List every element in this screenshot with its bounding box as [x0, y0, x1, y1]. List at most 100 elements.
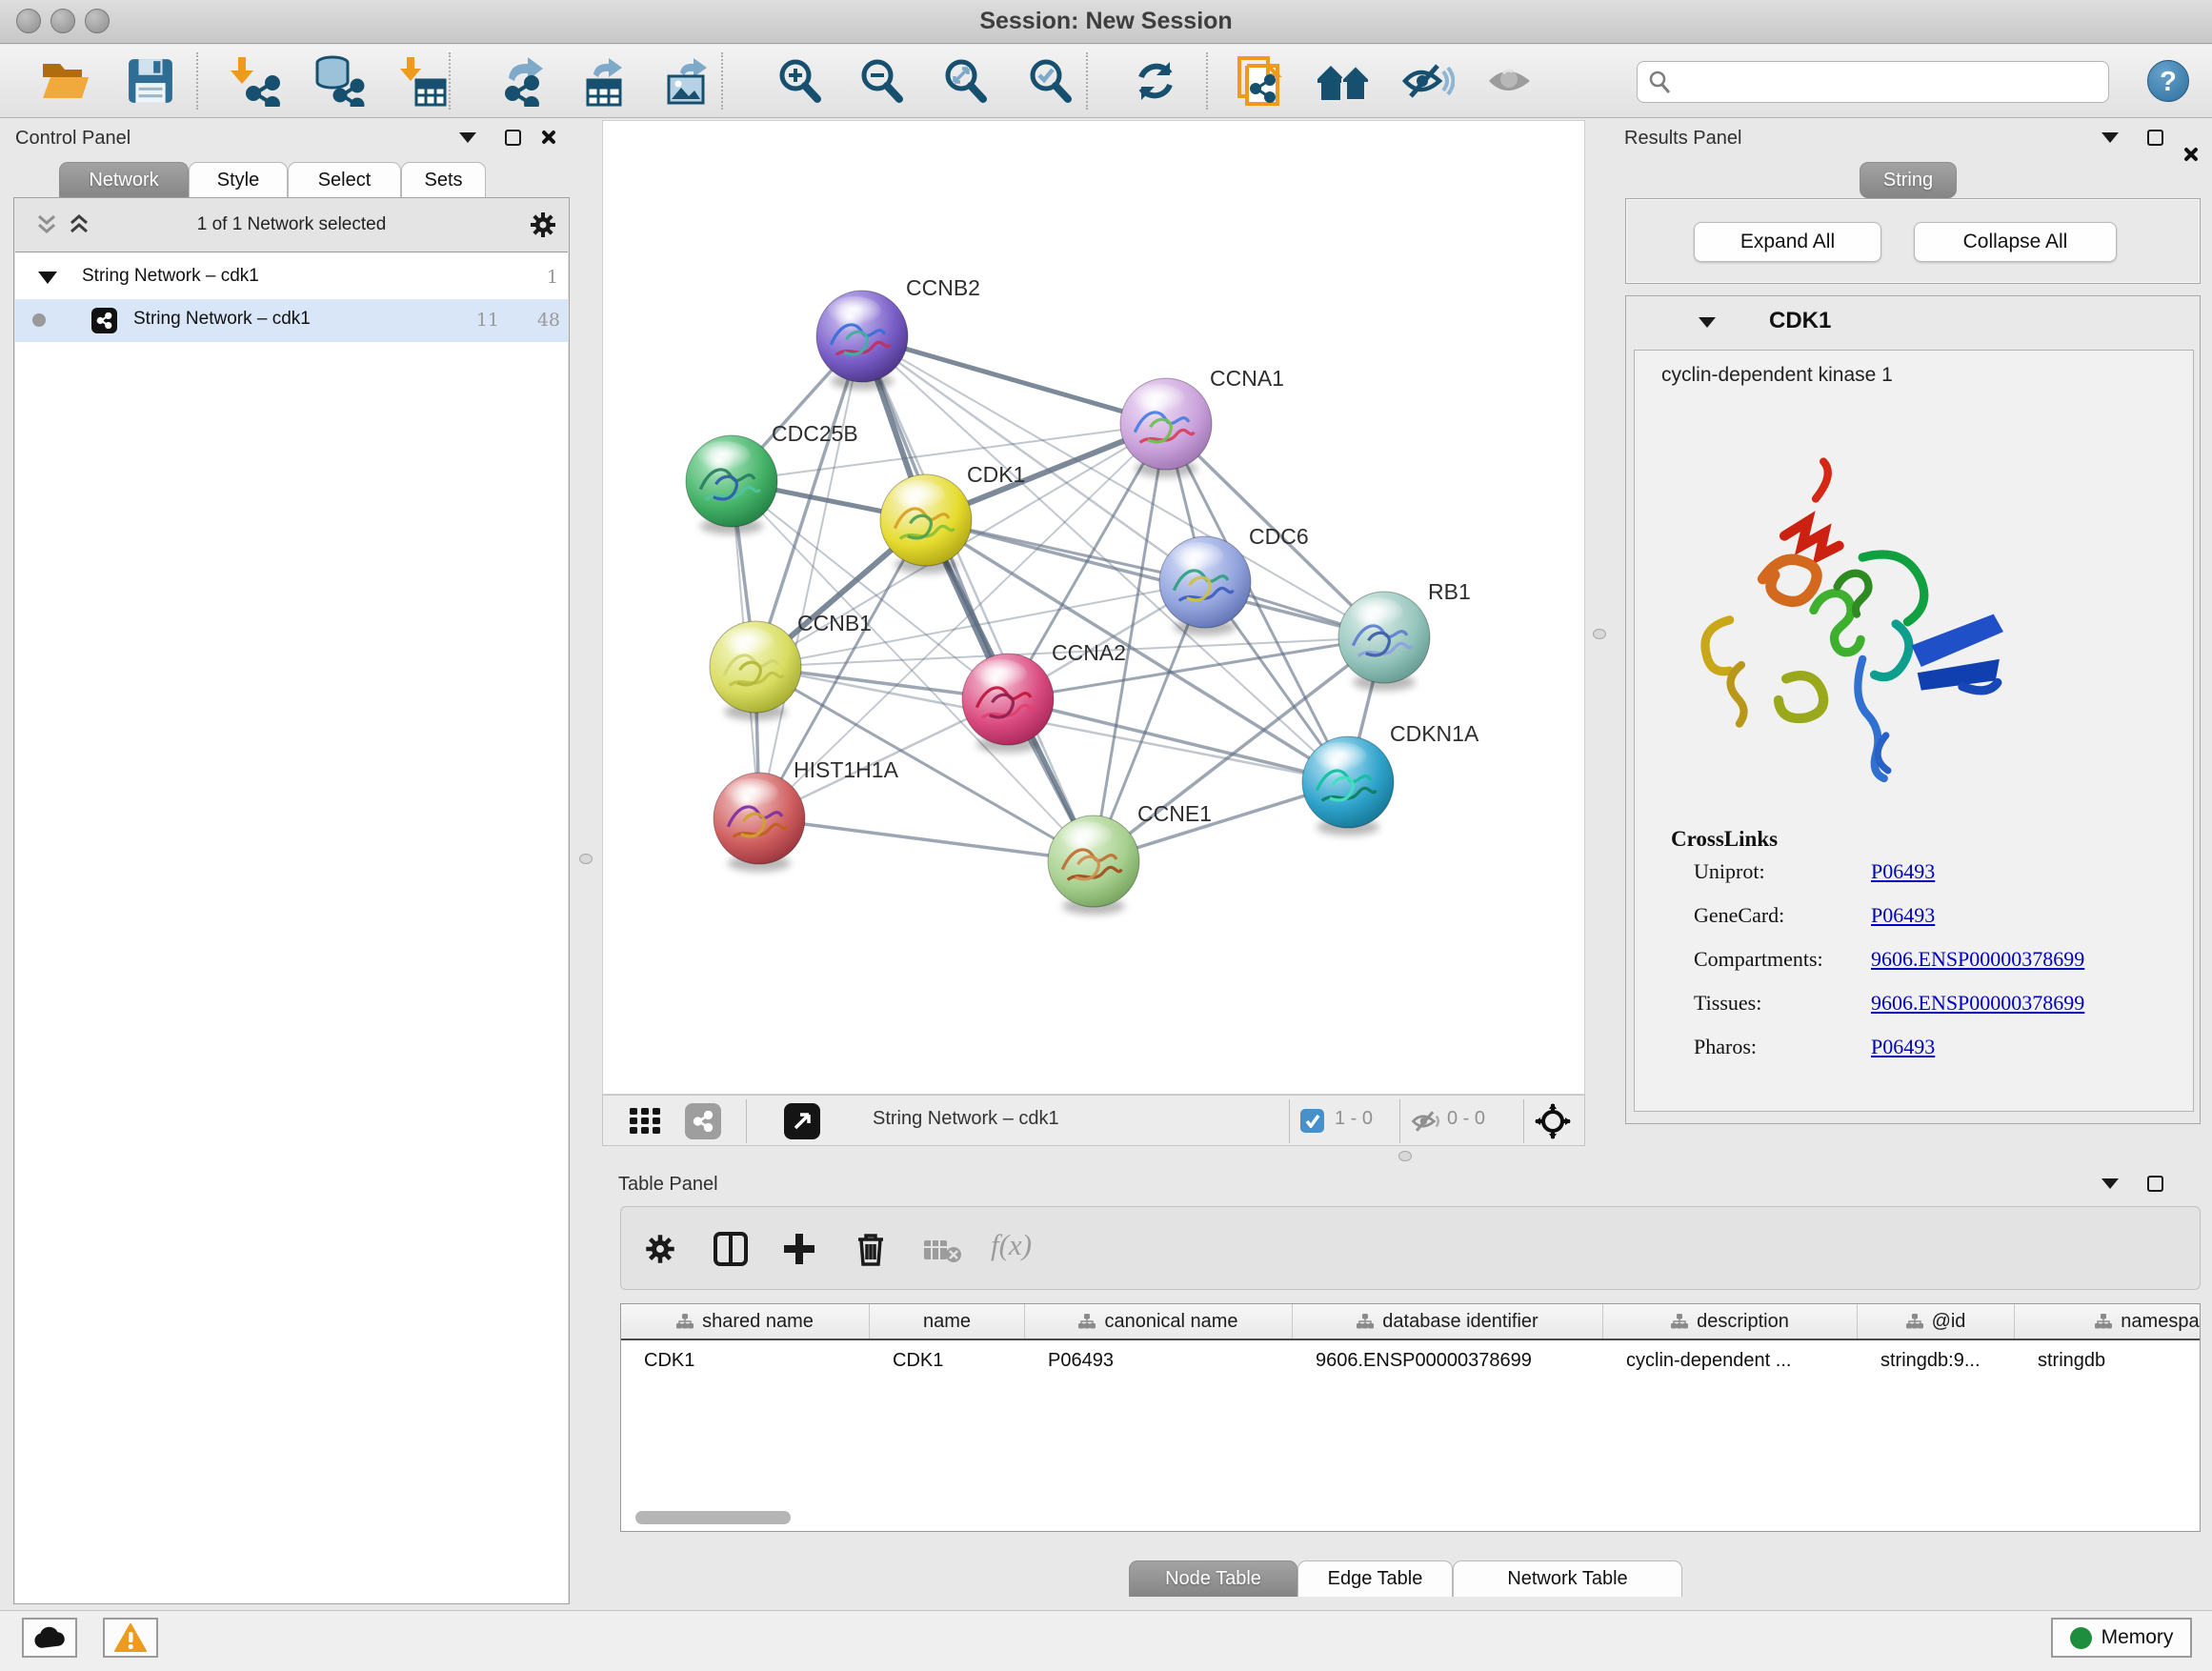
node-HIST1H1A[interactable]: HIST1H1A	[714, 757, 899, 872]
network-tree-root-row[interactable]: String Network – cdk1 1	[15, 256, 568, 299]
control-panel-close-icon[interactable]	[539, 129, 556, 146]
edge-CCNB2-CCNE1[interactable]	[862, 336, 1094, 861]
hide-selected-icon[interactable]	[1401, 58, 1455, 104]
edge-HIST1H1A-CCNE1[interactable]	[759, 818, 1094, 861]
column-header-shared-name[interactable]: shared name	[621, 1304, 870, 1339]
node-table[interactable]: shared namenamecanonical namedatabase id…	[620, 1303, 2201, 1532]
results-panel-float-icon[interactable]	[2147, 130, 2163, 146]
results-panel-collapse-icon[interactable]	[2101, 132, 2119, 143]
table-row[interactable]: CDK1CDK1P064939606.ENSP00000378699cyclin…	[621, 1342, 2201, 1379]
selected-checkbox[interactable]	[1300, 1109, 1324, 1133]
table-panel-float-icon[interactable]	[2147, 1176, 2163, 1192]
table-cell[interactable]: cyclin-dependent ...	[1603, 1342, 1858, 1379]
import-table-file-icon[interactable]	[397, 55, 449, 107]
cloud-button[interactable]	[22, 1618, 77, 1658]
zoom-in-icon[interactable]	[775, 56, 825, 106]
new-network-from-selection-icon[interactable]	[1234, 54, 1285, 108]
zoom-out-icon[interactable]	[857, 56, 907, 106]
birdseye-view-icon[interactable]	[784, 1103, 820, 1139]
column-header-database-identifier[interactable]: database identifier	[1293, 1304, 1603, 1339]
right-splitter-handle[interactable]	[1593, 629, 1606, 639]
import-network-database-icon[interactable]	[312, 55, 365, 107]
grid-view-icon[interactable]	[630, 1108, 662, 1135]
search-input[interactable]	[1679, 71, 2108, 93]
column-header-canonical-name[interactable]: canonical name	[1025, 1304, 1293, 1339]
control-panel-float-icon[interactable]	[505, 130, 521, 146]
cloud-icon	[33, 1626, 66, 1649]
edge-CCNB2-HIST1H1A[interactable]	[759, 336, 862, 818]
crosslink-link[interactable]: P06493	[1871, 903, 1935, 928]
tab-string[interactable]: String	[1860, 162, 1957, 198]
control-panel-collapse-icon[interactable]	[459, 132, 476, 143]
node-CCNB1[interactable]: CCNB1	[710, 611, 872, 720]
memory-button[interactable]: Memory	[2051, 1618, 2192, 1658]
show-hidden-icon[interactable]	[1486, 60, 1536, 102]
edge-CDK1-RB1[interactable]	[926, 520, 1384, 637]
import-network-file-icon[interactable]	[229, 55, 280, 107]
table-options-gear-icon[interactable]	[644, 1233, 676, 1265]
edge-count: 48	[513, 310, 560, 331]
edge-CCNB2-CCNA1[interactable]	[862, 336, 1166, 424]
tab-style[interactable]: Style	[189, 162, 288, 198]
tab-select[interactable]: Select	[288, 162, 401, 198]
tab-sets[interactable]: Sets	[401, 162, 486, 198]
export-table-icon[interactable]	[580, 55, 633, 107]
warning-button[interactable]	[103, 1618, 158, 1658]
crosslink-link[interactable]: 9606.ENSP00000378699	[1871, 947, 2084, 972]
node-RB1[interactable]: RB1	[1338, 579, 1471, 691]
table-panel-collapse-icon[interactable]	[2101, 1178, 2119, 1189]
collapse-all-button[interactable]: Collapse All	[1914, 222, 2117, 262]
tree-expand-icon[interactable]	[38, 272, 57, 284]
network-view-canvas[interactable]: CCNB2CCNA1CDC25BCDK1CDC6RB1CCNB1CCNA2CDK…	[602, 120, 1585, 1095]
node-CDK1[interactable]: CDK1	[880, 462, 1025, 574]
table-cell[interactable]: CDK1	[870, 1342, 1025, 1379]
strip-separator	[1523, 1099, 1524, 1143]
table-horizontal-scrollbar[interactable]	[635, 1511, 791, 1524]
network-options-gear-icon[interactable]	[529, 211, 557, 239]
show-all-icon[interactable]	[1316, 58, 1373, 104]
help-button[interactable]: ?	[2147, 60, 2189, 102]
tab-network-table[interactable]: Network Table	[1453, 1560, 1682, 1597]
crosslink-link[interactable]: P06493	[1871, 1035, 1935, 1059]
show-columns-icon[interactable]	[713, 1231, 749, 1267]
save-session-icon[interactable]	[127, 57, 174, 105]
node-CDKN1A[interactable]: CDKN1A	[1302, 721, 1479, 836]
zoom-selected-icon[interactable]	[1026, 56, 1076, 106]
results-panel-close-icon[interactable]	[2182, 146, 2199, 163]
column-mapping-icon	[1357, 1314, 1374, 1329]
left-splitter-handle[interactable]	[579, 854, 593, 864]
crosslink-link[interactable]: P06493	[1871, 859, 1935, 884]
entry-collapse-icon[interactable]	[1699, 317, 1716, 328]
apply-layout-icon[interactable]	[1131, 56, 1180, 106]
open-session-icon[interactable]	[39, 58, 90, 104]
tab-edge-table[interactable]: Edge Table	[1297, 1560, 1453, 1597]
create-column-icon[interactable]	[781, 1231, 817, 1267]
table-cell[interactable]: stringdb	[2015, 1342, 2201, 1379]
export-image-icon[interactable]	[663, 55, 716, 107]
crosslink-link[interactable]: 9606.ENSP00000378699	[1871, 991, 2084, 1016]
export-network-icon[interactable]	[499, 55, 551, 107]
search-field[interactable]	[1637, 61, 2109, 103]
column-header-namespace[interactable]: namespace	[2015, 1304, 2201, 1339]
network-panel: 1 of 1 Network selected String Network –…	[13, 197, 570, 1604]
tab-node-table[interactable]: Node Table	[1129, 1560, 1297, 1597]
expand-all-button[interactable]: Expand All	[1694, 222, 1881, 262]
table-cell[interactable]: CDK1	[621, 1342, 870, 1379]
node-CCNB2[interactable]: CCNB2	[816, 275, 980, 390]
table-cell[interactable]: stringdb:9...	[1858, 1342, 2015, 1379]
column-header-description[interactable]: description	[1603, 1304, 1858, 1339]
main-toolbar: ?	[0, 45, 2212, 118]
column-header-name[interactable]: name	[870, 1304, 1025, 1339]
table-cell[interactable]: 9606.ENSP00000378699	[1293, 1342, 1603, 1379]
pan-crosshair-icon[interactable]	[1535, 1103, 1571, 1139]
tab-network[interactable]: Network	[59, 162, 189, 198]
network-share-view-icon[interactable]	[685, 1103, 721, 1139]
table-cell[interactable]: P06493	[1025, 1342, 1293, 1379]
delete-column-icon[interactable]	[854, 1231, 888, 1267]
column-header--id[interactable]: @id	[1858, 1304, 2015, 1339]
horizontal-splitter-handle[interactable]	[1398, 1151, 1412, 1161]
fit-content-icon[interactable]	[941, 56, 991, 106]
node-CDC6[interactable]: CDC6	[1159, 524, 1309, 635]
network-tree-child-row[interactable]: String Network – cdk1 11 48	[15, 299, 568, 342]
node-label-CCNA1: CCNA1	[1210, 366, 1284, 391]
